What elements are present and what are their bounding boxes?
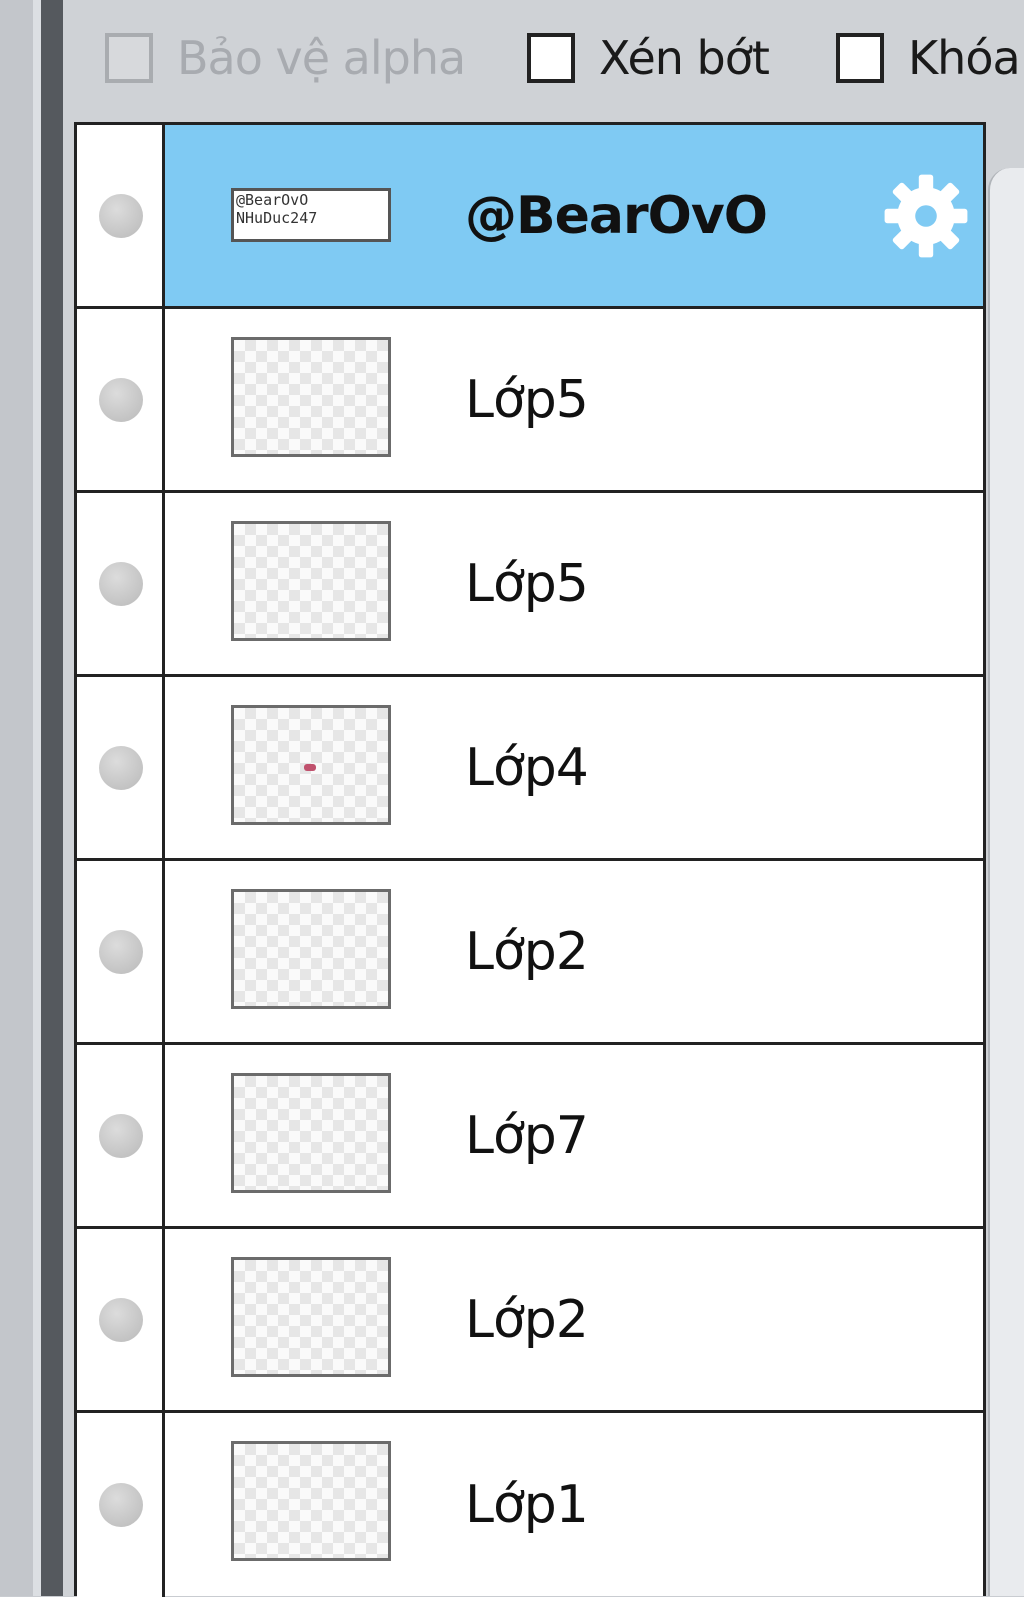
layer-row[interactable]: @BearOvO NHuDuc247 @BearOvO <box>77 125 983 309</box>
visibility-toggle[interactable] <box>77 677 165 858</box>
protect-alpha-label: Bảo vệ alpha <box>177 31 466 85</box>
layer-content[interactable]: Lớp5 <box>165 493 983 674</box>
visibility-dot-icon[interactable] <box>99 377 143 422</box>
layer-thumbnail <box>231 1257 391 1377</box>
clip-option[interactable]: Xén bớt <box>527 28 770 88</box>
scrollbar[interactable] <box>988 168 1024 1596</box>
layer-name: Lớp1 <box>465 1475 589 1535</box>
layer-thumbnail <box>231 337 391 457</box>
visibility-dot-icon[interactable] <box>99 193 143 238</box>
layer-thumbnail <box>231 1441 391 1561</box>
gear-icon[interactable] <box>881 171 971 261</box>
visibility-toggle[interactable] <box>77 125 165 306</box>
visibility-toggle[interactable] <box>77 1413 165 1597</box>
thumbnail-text-line: @BearOvO <box>236 191 309 209</box>
layer-name: Lớp7 <box>465 1105 589 1166</box>
visibility-dot-icon[interactable] <box>99 1113 143 1158</box>
layer-thumbnail <box>231 889 391 1009</box>
layer-name: @BearOvO <box>465 185 768 246</box>
layer-name: Lớp2 <box>465 921 589 982</box>
layer-name: Lớp5 <box>465 553 589 614</box>
layer-row[interactable]: Lớp1 <box>77 1413 983 1597</box>
layer-name: Lớp2 <box>465 1289 589 1350</box>
layer-thumbnail <box>231 705 391 825</box>
visibility-toggle[interactable] <box>77 1045 165 1226</box>
layer-name: Lớp5 <box>465 369 589 430</box>
protect-alpha-option[interactable]: Bảo vệ alpha <box>105 28 466 88</box>
layer-content[interactable]: Lớp7 <box>165 1045 983 1226</box>
thumbnail-text-line: NHuDuc247 <box>236 209 318 227</box>
visibility-toggle[interactable] <box>77 309 165 490</box>
visibility-dot-icon[interactable] <box>99 561 143 606</box>
layer-thumbnail <box>231 521 391 641</box>
layer-thumbnail: @BearOvO NHuDuc247 <box>231 188 391 242</box>
thumbnail-mark <box>304 764 316 771</box>
layer-row[interactable]: Lớp7 <box>77 1045 983 1229</box>
layer-content[interactable]: Lớp2 <box>165 861 983 1042</box>
layer-row[interactable]: Lớp4 <box>77 677 983 861</box>
layer-name: Lớp4 <box>465 737 589 798</box>
layer-content[interactable]: @BearOvO NHuDuc247 @BearOvO <box>165 125 983 306</box>
visibility-toggle[interactable] <box>77 1229 165 1410</box>
visibility-dot-icon[interactable] <box>99 1483 143 1527</box>
layer-options-bar: Bảo vệ alpha Xén bớt Khóa <box>63 0 1024 124</box>
layer-content[interactable]: Lớp2 <box>165 1229 983 1410</box>
lock-checkbox[interactable] <box>836 33 884 83</box>
layer-thumbnail <box>231 1073 391 1193</box>
visibility-dot-icon[interactable] <box>99 1297 143 1342</box>
left-panel-edge <box>0 0 33 1596</box>
lock-label: Khóa <box>908 31 1021 85</box>
clip-label: Xén bớt <box>599 31 770 85</box>
visibility-toggle[interactable] <box>77 861 165 1042</box>
panel-divider <box>41 0 63 1596</box>
visibility-toggle[interactable] <box>77 493 165 674</box>
clip-checkbox[interactable] <box>527 33 575 83</box>
layer-list: @BearOvO NHuDuc247 @BearOvO Lớp5 Lớp5 Lớ… <box>74 122 986 1597</box>
lock-option[interactable]: Khóa <box>836 28 1021 88</box>
visibility-dot-icon[interactable] <box>99 745 143 790</box>
layer-row[interactable]: Lớp5 <box>77 493 983 677</box>
panel-splitter[interactable] <box>33 0 41 1596</box>
layer-row[interactable]: Lớp2 <box>77 1229 983 1413</box>
layer-content[interactable]: Lớp4 <box>165 677 983 858</box>
layer-content[interactable]: Lớp1 <box>165 1413 983 1597</box>
protect-alpha-checkbox[interactable] <box>105 33 153 83</box>
layer-row[interactable]: Lớp5 <box>77 309 983 493</box>
layer-row[interactable]: Lớp2 <box>77 861 983 1045</box>
layer-content[interactable]: Lớp5 <box>165 309 983 490</box>
visibility-dot-icon[interactable] <box>99 929 143 974</box>
